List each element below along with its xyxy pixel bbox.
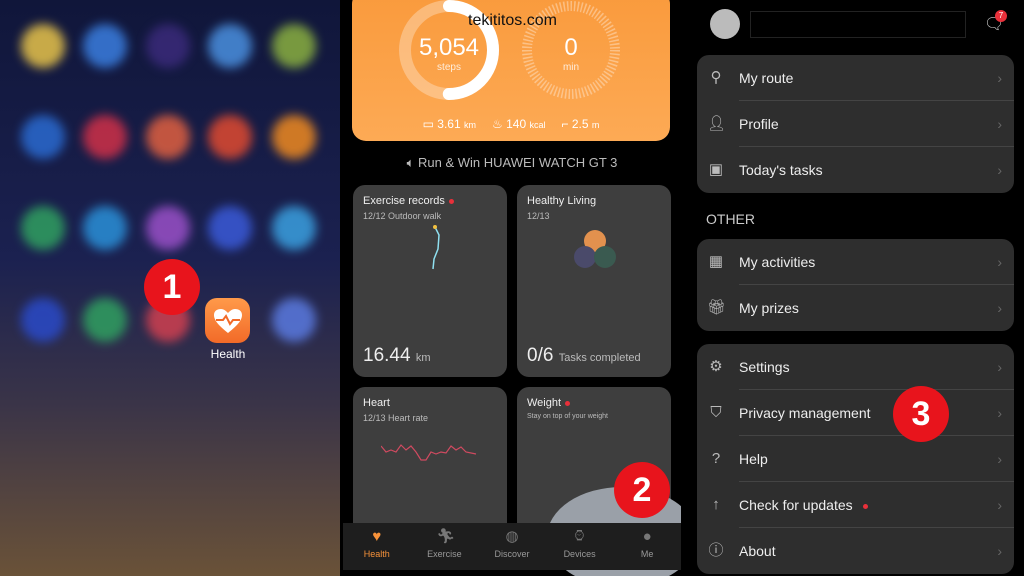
healthy-living-rings-icon <box>574 230 616 268</box>
health-app-icon[interactable] <box>205 298 250 343</box>
blurred-app-icon[interactable] <box>272 24 316 68</box>
speaker-icon: 🔈︎ <box>406 155 415 170</box>
route-icon: ⚲ <box>710 69 722 86</box>
chevron-right-icon: › <box>997 300 1002 316</box>
me-screen: 🗨︎ 7 ⚲ My route › 👤︎ Profile › ▣ Today's tasks ›… <box>684 0 1024 576</box>
health-app-label: Health <box>210 347 246 361</box>
blurred-app-icon[interactable] <box>272 298 316 342</box>
gear-icon: ⚙ <box>709 358 723 375</box>
update-icon: ↑ <box>712 496 720 513</box>
step-badge-1: 1 <box>144 259 200 315</box>
promo-banner[interactable]: 🔈︎ Run & Win HUAWEI WATCH GT 3 <box>343 155 681 171</box>
blurred-app-icon[interactable] <box>21 298 65 342</box>
heart-rate-chart <box>381 444 477 461</box>
menu-item-about[interactable]: ⓘ About › <box>697 528 1014 574</box>
blurred-app-icon[interactable] <box>146 206 190 250</box>
steps-value: 5,054 <box>418 34 480 61</box>
blurred-app-icon[interactable] <box>83 298 127 342</box>
nav-tab-exercise[interactable]: 🏃︎ Exercise <box>411 523 479 570</box>
calendar-icon: ▦ <box>708 253 724 270</box>
nav-tab-devices[interactable]: ⌚︎ Devices <box>546 523 614 570</box>
chevron-right-icon: › <box>997 359 1002 375</box>
step-badge-3: 3 <box>893 386 949 442</box>
health-home-screen: 5,054 steps 0 min ▭ 3.61 km ♨ 140 kcal ⌐ 2… <box>343 0 681 576</box>
minutes-value: 0 <box>564 34 578 61</box>
blurred-app-icon[interactable] <box>272 206 316 250</box>
menu-item-today-s-tasks[interactable]: ▣ Today's tasks › <box>697 147 1014 193</box>
blurred-app-icon[interactable] <box>83 115 127 159</box>
chevron-right-icon: › <box>997 497 1002 513</box>
menu-item-settings[interactable]: ⚙ Settings › <box>697 344 1014 390</box>
healthy-living-card[interactable]: Healthy Living 12/13 0/6 Tasks completed <box>517 185 671 377</box>
avatar-icon: ● <box>642 528 652 545</box>
menu-item-privacy-management[interactable]: ⛉ Privacy management › <box>697 390 1014 436</box>
info-icon: ⓘ <box>708 542 724 559</box>
redacted-username <box>750 11 966 38</box>
gift-icon: 🎁︎ <box>707 299 727 316</box>
list-group-2: ▦ My activities › 🎁︎ My prizes › <box>697 239 1014 331</box>
help-icon: ? <box>711 450 721 467</box>
climb-stat: ⌐ 2.5 m <box>561 117 600 131</box>
exercise-records-card[interactable]: Exercise records 12/12 Outdoor walk 16.4… <box>353 185 507 377</box>
section-header-other: OTHER <box>706 211 755 227</box>
list-group-1: ⚲ My route › 👤︎ Profile › ▣ Today's tasks › <box>697 55 1014 193</box>
blurred-app-icon[interactable] <box>21 115 65 159</box>
menu-item-help[interactable]: ? Help › <box>697 436 1014 482</box>
calories-stat: ♨ 140 kcal <box>492 117 546 131</box>
tasks-icon: ▣ <box>708 161 724 178</box>
launcher-screen: Health 1 <box>0 0 340 576</box>
nav-tab-health[interactable]: ♥ Health <box>343 523 411 570</box>
shoe-icon: ▭ <box>422 117 434 131</box>
message-count-badge: 7 <box>995 10 1007 22</box>
list-group-3: ⚙ Settings › ⛉ Privacy management ›? Help › ↑ Che… <box>697 344 1014 574</box>
minutes-unit: min <box>562 62 580 73</box>
shield-icon: ⛉ <box>710 404 722 421</box>
chevron-right-icon: › <box>997 405 1002 421</box>
menu-item-profile[interactable]: 👤︎ Profile › <box>697 101 1014 147</box>
blurred-app-icon[interactable] <box>208 206 252 250</box>
profile-icon: 👤︎ <box>707 115 727 132</box>
blurred-app-icon[interactable] <box>146 115 190 159</box>
stairs-icon: ⌐ <box>561 117 569 131</box>
blurred-app-icon[interactable] <box>208 24 252 68</box>
chevron-right-icon: › <box>997 162 1002 178</box>
steps-unit: steps <box>437 62 461 73</box>
blurred-app-icon[interactable] <box>208 115 252 159</box>
route-trace <box>432 225 440 270</box>
menu-item-my-prizes[interactable]: 🎁︎ My prizes › <box>697 285 1014 331</box>
avatar[interactable] <box>710 9 740 39</box>
watermark: tekititos.com <box>468 12 557 29</box>
run-icon: 🏃︎ <box>436 528 456 545</box>
blurred-app-icon[interactable] <box>21 206 65 250</box>
step-badge-2: 2 <box>614 462 670 518</box>
menu-item-my-route[interactable]: ⚲ My route › <box>697 55 1014 101</box>
chevron-right-icon: › <box>997 451 1002 467</box>
distance-stat: ▭ 3.61 km <box>422 117 476 131</box>
blurred-app-icon[interactable] <box>21 24 65 68</box>
blurred-app-icon[interactable] <box>83 24 127 68</box>
menu-item-my-activities[interactable]: ▦ My activities › <box>697 239 1014 285</box>
nav-tab-discover[interactable]: ◍ Discover <box>478 523 546 570</box>
heart-icon: ♥ <box>372 528 382 545</box>
chevron-right-icon: › <box>997 254 1002 270</box>
blurred-app-icon[interactable] <box>272 115 316 159</box>
blurred-app-icon[interactable] <box>146 24 190 68</box>
nav-tab-me[interactable]: ● Me <box>613 523 681 570</box>
bottom-nav: ♥ Health 🏃︎ Exercise ◍ Discover ⌚︎ Devices ● Me <box>343 523 681 570</box>
chevron-right-icon: › <box>997 543 1002 559</box>
flame-icon: ♨ <box>492 117 503 131</box>
chevron-right-icon: › <box>997 70 1002 86</box>
menu-item-check-for-updates[interactable]: ↑ Check for updates › <box>697 482 1014 528</box>
watch-icon: ⌚︎ <box>572 528 588 545</box>
chevron-right-icon: › <box>997 116 1002 132</box>
globe-icon: ◍ <box>505 528 519 545</box>
update-dot <box>862 503 868 509</box>
blurred-app-icon[interactable] <box>83 206 127 250</box>
